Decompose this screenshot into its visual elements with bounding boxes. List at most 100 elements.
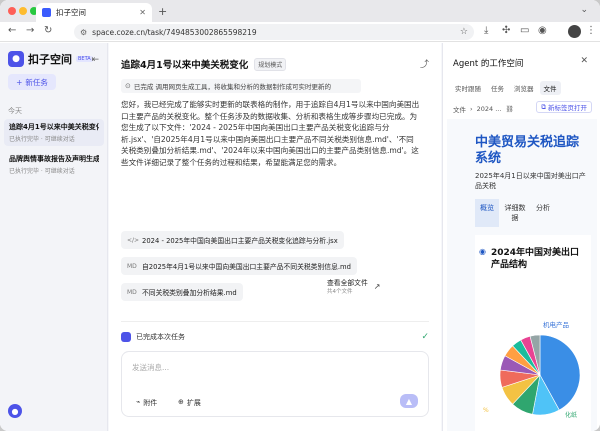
reload-icon[interactable]: ↻ — [44, 25, 52, 36]
expand-label: 扩展 — [186, 399, 201, 407]
browser-tab[interactable]: 扣子空间 ✕ — [36, 3, 152, 22]
plugin-icon: ⊕ — [178, 398, 184, 406]
section-today: 今天 — [8, 107, 22, 115]
code-file-icon: </> — [127, 236, 140, 244]
tab-follow[interactable]: 实时跟随 — [451, 81, 485, 95]
page-title: 追踪4月1号以来中美关税变化 — [121, 60, 249, 71]
link-icon[interactable]: ⛓ — [505, 105, 513, 113]
pie-chart — [499, 334, 581, 416]
task-complete-row: 已完成本次任务 ✓ — [121, 329, 429, 345]
user-avatar[interactable]: ● — [8, 404, 22, 418]
close-icon[interactable]: ✕ — [139, 8, 146, 17]
url-text[interactable]: space.coze.cn/task/7494853002865598219 — [92, 28, 455, 37]
markdown-file-icon: MD — [127, 288, 137, 296]
bot-icon — [121, 332, 131, 342]
expand-button[interactable]: ⊕ 扩展 — [178, 398, 201, 408]
forward-icon[interactable]: → — [26, 25, 34, 36]
attach-label: 附件 — [143, 399, 158, 407]
task-title: 品牌舆情事故报告及声明生成 — [9, 155, 99, 163]
check-circle-icon: ⊙ — [125, 82, 131, 90]
view-all-files-button[interactable]: 查看全部文件 共4个文件 ↗ — [327, 275, 423, 297]
chat-panel: 追踪4月1号以来中美关税变化 规划模式 ⤴ ⊙ 已完成 调用网页生成工具，将收集… — [109, 43, 441, 431]
file-preview: 中美贸易关税追踪系统 2025年4月1日以来中国对美出口产品关税 概览 详细数据… — [447, 119, 597, 431]
new-task-button[interactable]: + 新任务 — [8, 74, 56, 90]
bookmark-star-icon[interactable]: ☆ — [460, 27, 468, 37]
step-status[interactable]: ⊙ 已完成 调用网页生成工具，将收集和分析的数据制作成可实时更新的 — [121, 79, 361, 93]
markdown-file-icon: MD — [127, 262, 137, 270]
browser-toolbar: ← → ↻ ⚙ space.coze.cn/task/7494853002865… — [0, 22, 600, 42]
pie-percent-label: % — [483, 407, 489, 414]
sidebar-task-item[interactable]: 追踪4月1号以来中美关税变化 已执行完毕 · 可继续对话 — [4, 119, 104, 146]
coze-app: ● 扣子空间 BETA ⇤ + 新任务 今天 追踪4月1号以来中美关税变化 已执… — [0, 43, 600, 431]
file-name: 不同关税类别叠加分析结果.md — [142, 289, 237, 297]
collapse-sidebar-icon[interactable]: ⇤ — [91, 55, 99, 65]
preview-tab-analysis[interactable]: 分析 — [531, 199, 555, 227]
file-chip[interactable]: MD 不同关税类别叠加分析结果.md — [121, 283, 243, 301]
address-bar[interactable]: ⚙ space.coze.cn/task/7494853002865598219… — [74, 24, 474, 40]
task-status: 已执行完毕 · 可继续对话 — [9, 168, 75, 175]
chevron-down-icon[interactable]: ⌄ — [580, 5, 588, 15]
chart-card: ◉ 2024年中国对美出口产品结构 机电产品 % 化纸 — [475, 235, 591, 431]
file-chip[interactable]: </> 2024 - 2025年中国向美国出口主要产品关税变化追踪与分析.jsx — [121, 231, 344, 249]
arrow-up-right-icon: ↗ — [373, 281, 381, 291]
breadcrumb-files[interactable]: 文件 — [453, 104, 466, 114]
file-count: 共4个文件 — [327, 289, 353, 295]
tab-task[interactable]: 任务 — [487, 81, 508, 95]
tab-files[interactable]: 文件 — [539, 81, 561, 95]
menu-icon[interactable]: ⋮ — [586, 25, 596, 36]
assistant-message: 您好，我已经完成了能够实时更新的联表格的制作，用于追踪自4月1号以来中国向美国出… — [121, 100, 420, 167]
sidebar: ● 扣子空间 BETA ⇤ + 新任务 今天 追踪4月1号以来中美关税变化 已执… — [0, 43, 108, 431]
open-new-tab-button[interactable]: ⧉ 新标签页打开 — [536, 101, 592, 113]
task-title: 追踪4月1号以来中美关税变化 — [9, 123, 99, 131]
tab-browser[interactable]: 浏览器 — [510, 81, 538, 95]
tab-title: 扣子空间 — [56, 8, 86, 17]
chevron-right-icon: › — [470, 105, 473, 113]
check-icon: ✓ — [421, 332, 429, 342]
close-icon[interactable]: ✕ — [580, 56, 588, 66]
close-window-button[interactable] — [8, 7, 16, 15]
file-name: 自2025年4月1号以来中国向美国出口主要产品不同关税类别信息.md — [142, 263, 351, 271]
preview-subtitle: 2025年4月1日以来中国对美出口产品关税 — [475, 172, 586, 190]
site-info-icon[interactable]: ⚙ — [80, 28, 87, 37]
beta-badge: BETA — [76, 56, 93, 62]
divider — [121, 321, 429, 322]
new-task-label: 新任务 — [25, 77, 48, 87]
file-chip[interactable]: MD 自2025年4月1号以来中国向美国出口主要产品不同关税类别信息.md — [121, 257, 357, 275]
step-status-text: 已完成 调用网页生成工具，将收集和分析的数据制作成可实时更新的 — [133, 83, 331, 91]
view-all-label: 查看全部文件 — [327, 279, 368, 287]
share-icon[interactable]: ⤴ — [420, 57, 429, 70]
message-composer[interactable]: 发送消息... ⌁ 附件 ⊕ 扩展 ▲ — [121, 351, 429, 417]
task-complete-text: 已完成本次任务 — [136, 333, 185, 341]
preview-tab-details[interactable]: 详细数据 — [503, 199, 527, 227]
brand[interactable]: ● 扣子空间 BETA — [8, 51, 93, 67]
preview-title: 中美贸易关税追踪系统 — [475, 135, 580, 166]
browser-window: 扣子空间 ✕ + ⌄ ← → ↻ ⚙ space.coze.cn/task/74… — [0, 0, 600, 431]
user-avatar-chrome[interactable] — [568, 25, 581, 38]
breadcrumb-file: 2024 ... — [476, 105, 502, 113]
agent-workspace: Agent 的工作空间 ✕ 实时跟随 任务 浏览器 文件 文件 › 2024 .… — [442, 43, 600, 431]
message-input-placeholder[interactable]: 发送消息... — [132, 362, 169, 373]
download-icon[interactable]: ⤓ — [484, 25, 488, 36]
breadcrumb: 文件 › 2024 ... ⛓ — [453, 104, 514, 114]
send-button[interactable]: ▲ — [400, 394, 418, 408]
back-icon[interactable]: ← — [8, 25, 16, 36]
mode-badge: 规划模式 — [254, 57, 287, 71]
minimize-window-button[interactable] — [19, 7, 27, 15]
sidebar-icon[interactable]: ▭ — [520, 25, 529, 36]
workspace-title: Agent 的工作空间 — [453, 59, 524, 69]
workspace-tabs: 实时跟随 任务 浏览器 文件 — [451, 81, 561, 95]
preview-tab-overview[interactable]: 概览 — [475, 199, 499, 227]
attach-button[interactable]: ⌁ 附件 — [136, 398, 157, 408]
chart-title: 2024年中国对美出口产品结构 — [491, 248, 580, 270]
file-name: 2024 - 2025年中国向美国出口主要产品关税变化追踪与分析.jsx — [142, 237, 338, 245]
new-tab-icon[interactable]: + — [158, 5, 167, 18]
plus-icon: + — [16, 77, 23, 87]
coze-logo-icon: ● — [8, 51, 24, 67]
paperclip-icon: ⌁ — [136, 398, 141, 406]
extensions-icon[interactable]: ✣ — [502, 25, 510, 36]
pie-slice-label: 化纸 — [565, 412, 578, 419]
profile-icon[interactable]: ◉ — [538, 25, 547, 36]
sidebar-task-item[interactable]: 品牌舆情事故报告及声明生成 已执行完毕 · 可继续对话 — [4, 151, 104, 178]
preview-tabs: 概览 详细数据 分析 — [475, 199, 555, 227]
chat-header: 追踪4月1号以来中美关税变化 规划模式 — [121, 57, 287, 71]
